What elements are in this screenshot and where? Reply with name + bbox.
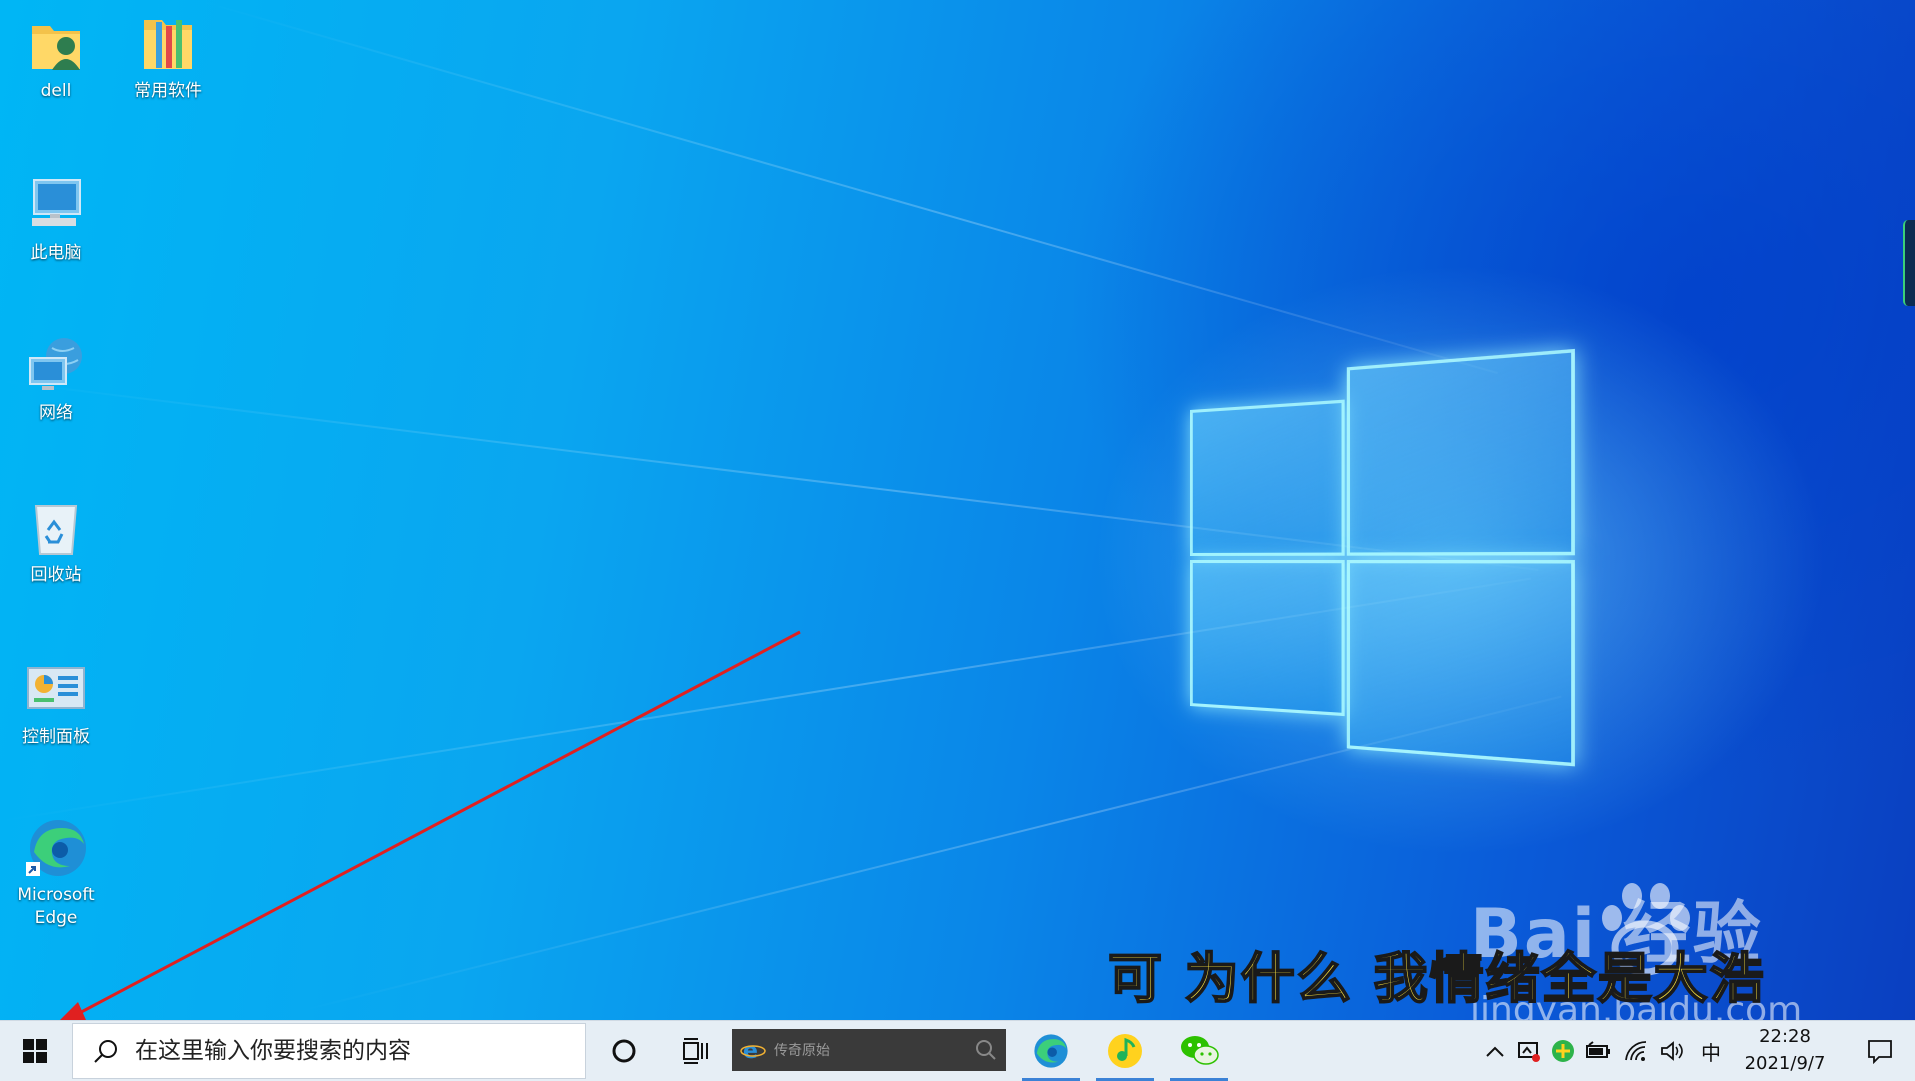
clock-date: 2021/9/7 [1744, 1053, 1826, 1074]
cortana-circle-icon [612, 1039, 636, 1063]
edge-icon [1034, 1034, 1068, 1068]
taskbar-app-wechat[interactable] [1168, 1021, 1230, 1081]
taskbar-search-box[interactable] [72, 1023, 586, 1079]
taskbar-app-edge[interactable] [1020, 1021, 1082, 1081]
battery-icon [1586, 1041, 1610, 1058]
action-center-button[interactable] [1850, 1021, 1910, 1081]
task-view-button[interactable] [666, 1021, 726, 1081]
search-input[interactable] [133, 1037, 577, 1065]
tray-wifi[interactable] [1620, 1021, 1654, 1081]
search-icon[interactable] [972, 1037, 998, 1063]
start-button[interactable] [0, 1021, 70, 1081]
desktop[interactable]: dell 常用软件 此电脑 网络 回收站 控制面板 Microsoft Edge… [0, 0, 1915, 1020]
qq-music-icon [1108, 1034, 1142, 1068]
taskbar: e 传奇原始 [0, 1020, 1915, 1081]
tray-security-app[interactable] [1548, 1021, 1578, 1081]
screen-record-icon [1518, 1042, 1540, 1062]
windows-start-icon [23, 1039, 47, 1063]
tray-volume[interactable] [1656, 1021, 1690, 1081]
shield-plus-icon [1552, 1040, 1574, 1062]
wifi-icon [1625, 1041, 1647, 1061]
side-panel-handle[interactable] [1903, 220, 1915, 306]
annotation-arrow [60, 630, 801, 1020]
task-view-icon [683, 1038, 708, 1064]
clock-time: 22:28 [1759, 1026, 1811, 1047]
search-icon [94, 1040, 117, 1063]
taskbar-clock[interactable]: 22:28 2021/9/7 [1730, 1023, 1840, 1077]
cortana-button[interactable] [594, 1021, 654, 1081]
tray-overflow-button[interactable] [1480, 1021, 1510, 1081]
mini-browser-text: 传奇原始 [774, 1043, 830, 1059]
tray-screenshot-app[interactable] [1514, 1021, 1544, 1081]
wechat-icon [1181, 1036, 1219, 1065]
tray-ime-indicator[interactable]: 中 [1694, 1021, 1728, 1081]
notification-icon [1868, 1040, 1892, 1064]
mini-browser-bar[interactable]: e 传奇原始 [732, 1029, 1006, 1071]
tray-battery[interactable] [1582, 1021, 1616, 1081]
video-subtitle: 可 为什么 我情绪全是大浩 [1107, 946, 1766, 1011]
svg-text:e: e [743, 1039, 758, 1063]
taskbar-app-qq-music[interactable] [1094, 1021, 1156, 1081]
speaker-icon [1661, 1041, 1683, 1061]
chevron-up-icon [1486, 1046, 1504, 1057]
ie-icon: e [740, 1039, 766, 1063]
